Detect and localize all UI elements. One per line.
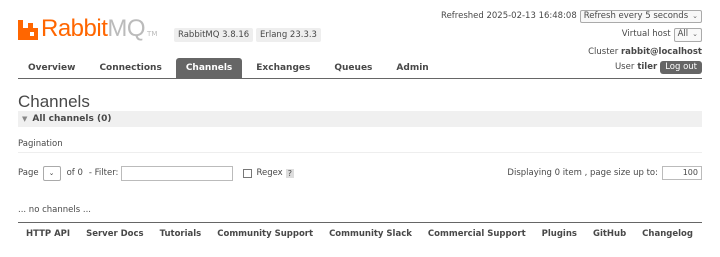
filter-input[interactable] — [121, 165, 234, 181]
footer-link-community-slack[interactable]: Community Slack — [329, 229, 412, 239]
page-size-input[interactable]: 100 — [662, 166, 702, 180]
rabbitmq-version-badge: RabbitMQ 3.8.16 — [174, 28, 254, 42]
regex-help-icon[interactable]: ? — [285, 168, 294, 178]
page-select[interactable]: ⌄ — [42, 165, 61, 181]
rabbitmq-logo-icon — [18, 20, 38, 40]
footer-link-github[interactable]: GitHub — [593, 229, 626, 239]
erlang-version-badge: Erlang 23.3.3 — [256, 28, 321, 42]
display-info: Displaying 0 item , page size up to: 100 — [507, 164, 702, 182]
filter-label: - Filter: — [88, 168, 119, 178]
regex-label: Regex — [256, 168, 283, 178]
footer-links: HTTP API Server Docs Tutorials Community… — [26, 229, 709, 239]
divider — [18, 152, 702, 153]
regex-checkbox[interactable] — [243, 168, 253, 178]
main-nav-tabs: Overview Connections Channels Exchanges … — [18, 57, 702, 79]
cluster-label: Cluster — [588, 46, 619, 57]
footer-link-http-api[interactable]: HTTP API — [26, 229, 70, 239]
chevron-down-icon: ⌄ — [692, 11, 698, 20]
page-label: Page — [18, 168, 39, 178]
tab-admin[interactable]: Admin — [386, 58, 438, 78]
empty-state-message: ... no channels ... — [18, 205, 91, 215]
all-channels-heading: All channels (0) — [32, 114, 112, 124]
page-title: Channels — [18, 92, 90, 111]
tab-overview[interactable]: Overview — [18, 58, 85, 78]
virtual-host-select[interactable]: All ⌄ — [673, 28, 702, 42]
tab-channels[interactable]: Channels — [175, 58, 243, 78]
footer-link-changelog[interactable]: Changelog — [642, 229, 693, 239]
page-count: of 0 — [66, 168, 83, 178]
refresh-interval-select[interactable]: Refresh every 5 seconds ⌄ — [579, 10, 702, 24]
tab-exchanges[interactable]: Exchanges — [246, 58, 320, 78]
refreshed-timestamp: Refreshed 2025-02-13 16:48:08 — [441, 11, 577, 21]
tab-connections[interactable]: Connections — [89, 58, 171, 78]
refresh-interval-value: Refresh every 5 seconds — [583, 11, 689, 21]
virtual-host-value: All — [677, 29, 689, 40]
tab-queues[interactable]: Queues — [324, 58, 382, 78]
all-channels-section-toggle[interactable]: ▼ All channels (0) — [18, 111, 702, 127]
footer-link-server-docs[interactable]: Server Docs — [86, 229, 144, 239]
rabbitmq-logo[interactable]: Rabbit MQ TM — [18, 14, 157, 44]
pagination-controls: Page ⌄ of 0 - Filter: Regex ? Displaying… — [18, 164, 702, 182]
footer-link-commercial-support[interactable]: Commercial Support — [428, 229, 526, 239]
chevron-down-icon: ⌄ — [48, 169, 55, 177]
display-info-text: Displaying 0 item , page size up to: — [507, 168, 658, 178]
footer-link-tutorials[interactable]: Tutorials — [160, 229, 202, 239]
logo-text-rabbit: Rabbit — [41, 15, 108, 42]
logo-trademark: TM — [147, 30, 158, 38]
triangle-down-icon: ▼ — [22, 115, 28, 123]
footer-divider — [18, 222, 702, 223]
chevron-down-icon: ⌄ — [692, 30, 698, 39]
footer-link-plugins[interactable]: Plugins — [542, 229, 577, 239]
pagination-label: Pagination — [18, 139, 63, 149]
cluster-info: Cluster rabbit@localhost — [441, 46, 702, 57]
virtual-host-label: Virtual host — [621, 29, 671, 40]
footer-link-community-support[interactable]: Community Support — [217, 229, 313, 239]
cluster-name: rabbit@localhost — [620, 46, 702, 57]
logo-text-mq: MQ — [107, 15, 146, 42]
